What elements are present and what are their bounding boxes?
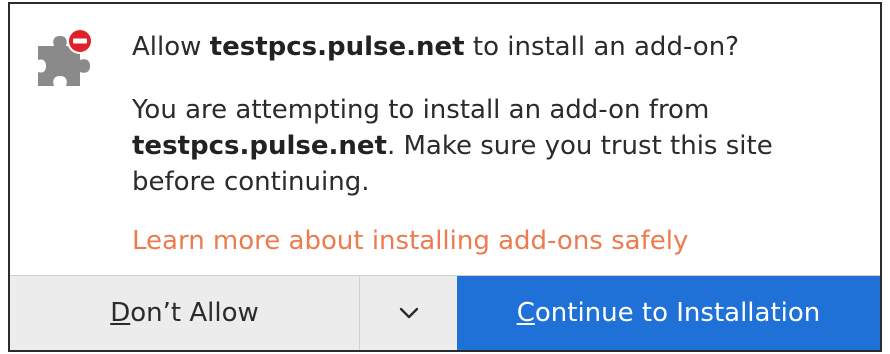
dialog-button-bar: Don’t Allow Continue to Installation: [10, 275, 880, 350]
addon-install-dialog: Allow testpcs.pulse.net to install an ad…: [8, 2, 882, 352]
dont-allow-button[interactable]: Don’t Allow: [10, 276, 360, 350]
addon-blocked-icon: [38, 28, 93, 86]
title-site: testpcs.pulse.net: [209, 32, 465, 62]
dialog-message: You are attempting to install an add-on …: [132, 92, 852, 200]
message-line-2: testpcs.pulse.net. Make sure you trust t…: [132, 128, 852, 164]
learn-more-link[interactable]: Learn more about installing add-ons safe…: [132, 224, 688, 258]
title-prefix: Allow: [132, 32, 210, 62]
continue-mnemonic: C: [516, 298, 535, 328]
title-suffix: to install an add-on?: [464, 32, 739, 62]
continue-label: Continue to Installation: [517, 298, 821, 328]
dont-allow-label: Don’t Allow: [110, 298, 259, 328]
more-options-dropdown-button[interactable]: [360, 276, 457, 350]
message-line-1: You are attempting to install an add-on …: [132, 95, 710, 125]
continue-to-installation-button[interactable]: Continue to Installation: [457, 276, 880, 350]
message-line-3: before continuing.: [132, 167, 370, 197]
dont-allow-label-rest: on’t Allow: [130, 298, 259, 328]
dialog-title: Allow testpcs.pulse.net to install an ad…: [132, 30, 739, 64]
dont-allow-mnemonic: D: [110, 298, 131, 328]
message-site: testpcs.pulse.net: [132, 131, 387, 161]
message-rest: . Make sure you trust this site: [386, 131, 773, 161]
dialog-content: Allow testpcs.pulse.net to install an ad…: [10, 4, 880, 280]
continue-label-rest: ontinue to Installation: [534, 298, 821, 328]
chevron-down-icon: [399, 307, 418, 319]
